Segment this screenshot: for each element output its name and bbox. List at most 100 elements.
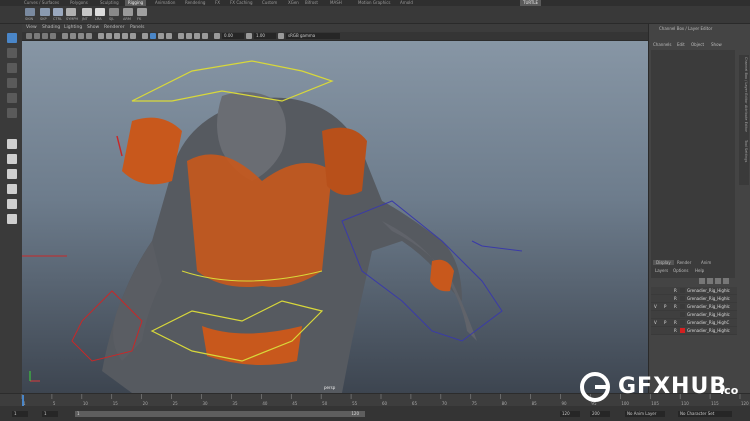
menu-options[interactable]: Options [673, 268, 688, 273]
layer-color-swatch[interactable] [680, 288, 685, 293]
xray-joints-icon[interactable] [158, 33, 164, 39]
menu-channels[interactable]: Channels [653, 42, 672, 47]
layer-name[interactable]: Grenadier_Rig_HighIc [687, 303, 730, 310]
layer-name[interactable]: Grenadier_Rig_HighIc [687, 311, 730, 318]
new-layer-icon[interactable] [715, 278, 721, 284]
move-layer-down-icon[interactable] [707, 278, 713, 284]
layer-row[interactable]: R Grenadier_Rig_HighIc [651, 287, 737, 295]
exposure-field[interactable]: 0.00 [222, 33, 244, 39]
menu-object[interactable]: Object [691, 42, 704, 47]
layer-color-swatch[interactable] [680, 304, 685, 309]
lasso-tool-icon[interactable] [7, 48, 17, 58]
end-time-field[interactable]: 200 [590, 411, 610, 417]
fk-icon[interactable] [137, 8, 147, 16]
arm-icon[interactable] [123, 8, 133, 16]
wire-on-shaded-icon[interactable] [114, 33, 120, 39]
four-pane-icon[interactable] [7, 154, 17, 164]
move-layer-up-icon[interactable] [699, 278, 705, 284]
film-gate-icon[interactable] [70, 33, 76, 39]
layer-name[interactable]: Grenadier_Rig_HighIc [687, 287, 730, 294]
image-plane-icon[interactable] [50, 33, 56, 39]
layer-color-swatch[interactable] [680, 296, 685, 301]
menu-help[interactable]: Help [695, 268, 704, 273]
skp-icon[interactable] [40, 8, 50, 16]
menu-renderer[interactable]: Renderer [104, 24, 125, 32]
scale-tool-icon[interactable] [7, 108, 17, 118]
channel-box-content[interactable] [651, 50, 735, 278]
resolution-gate-icon[interactable] [78, 33, 84, 39]
lra-icon[interactable] [95, 8, 105, 16]
outliner-layout-icon[interactable] [7, 199, 17, 209]
layer-tab-render[interactable]: Render [677, 260, 691, 265]
character-set-dropdown[interactable]: No Character Set [678, 411, 732, 417]
layer-color-swatch[interactable] [680, 320, 685, 325]
new-layer-selected-icon[interactable] [723, 278, 729, 284]
layout-icon[interactable] [7, 184, 17, 194]
rotate-tool-icon[interactable] [7, 93, 17, 103]
graph-layout-icon[interactable] [7, 214, 17, 224]
lights-icon[interactable] [130, 33, 136, 39]
side-tab-channel-box[interactable]: Channel Box / Layer Editor [740, 57, 748, 104]
smooth-shade-icon[interactable] [106, 33, 112, 39]
layer-tab-display[interactable]: Display [653, 260, 674, 265]
gate-mask-icon[interactable] [86, 33, 92, 39]
menu-layers[interactable]: Layers [655, 268, 668, 273]
layer-name[interactable]: Grenadier_Rig_HighIc [687, 327, 730, 334]
layer-tab-anim[interactable]: Anim [701, 260, 711, 265]
layer-row[interactable]: R Grenadier_Rig_HighIc [651, 295, 737, 303]
range-bar[interactable]: 1 120 [75, 411, 365, 417]
layer-row[interactable]: V P R Grenadier_Rig_HighIc [651, 303, 737, 311]
layer-row[interactable]: R Grenadier_Rig_HighIc [651, 327, 737, 335]
range-end-field[interactable]: 120 [560, 411, 580, 417]
textured-icon[interactable] [122, 33, 128, 39]
single-pane-icon[interactable] [7, 139, 17, 149]
skin-icon[interactable] [25, 8, 35, 16]
anim-layer-dropdown[interactable]: No Anim Layer [625, 411, 665, 417]
menu-edit[interactable]: Edit [677, 42, 685, 47]
grid-icon[interactable] [62, 33, 68, 39]
ctrl-icon[interactable] [53, 8, 63, 16]
start-time-field[interactable]: 1 [12, 411, 28, 417]
depth-of-field-icon[interactable] [202, 33, 208, 39]
layer-name[interactable]: Grenadier_Rig_HighIc [687, 295, 730, 302]
motion-blur-icon[interactable] [186, 33, 192, 39]
layer-color-swatch[interactable] [680, 328, 685, 333]
shadows-icon[interactable] [142, 33, 148, 39]
two-pane-icon[interactable] [7, 169, 17, 179]
current-time-marker[interactable] [22, 395, 24, 406]
ambient-occlusion-icon[interactable] [178, 33, 184, 39]
wireframe-icon[interactable] [98, 33, 104, 39]
range-start-field[interactable]: 1 [42, 411, 58, 417]
camera-icon[interactable] [26, 33, 32, 39]
move-tool-icon[interactable] [7, 78, 17, 88]
select-tool-icon[interactable] [7, 33, 17, 43]
menu-show[interactable]: Show [87, 24, 99, 32]
viewport-3d[interactable]: persp [22, 41, 648, 393]
menu-panels[interactable]: Panels [130, 24, 144, 32]
isolate-select-icon[interactable] [166, 33, 172, 39]
menu-lighting[interactable]: Lighting [64, 24, 82, 32]
sjl-icon[interactable] [109, 8, 119, 16]
exposure-icon[interactable] [214, 33, 220, 39]
side-tab-tool-settings[interactable]: Tool Settings [740, 140, 748, 162]
joint-icon[interactable] [82, 8, 92, 16]
paint-select-icon[interactable] [7, 63, 17, 73]
range-handle-end[interactable]: 120 [351, 411, 359, 417]
layer-name[interactable]: Grenadier_Rig_HighC [687, 319, 729, 326]
layer-row[interactable]: V P R Grenadier_Rig_HighC [651, 319, 737, 327]
color-management-icon[interactable] [278, 33, 284, 39]
side-tab-attribute-editor[interactable]: Attribute Editor [740, 105, 748, 132]
symph-icon[interactable] [66, 8, 76, 16]
gamma-field[interactable]: 1.00 [254, 33, 276, 39]
camera-attr-icon[interactable] [34, 33, 40, 39]
range-handle-start[interactable]: 1 [77, 411, 80, 417]
menu-show[interactable]: Show [711, 42, 722, 47]
layer-row[interactable]: Grenadier_Rig_HighIc [651, 311, 737, 319]
antialiasing-icon[interactable] [194, 33, 200, 39]
gamma-icon[interactable] [246, 33, 252, 39]
menu-view[interactable]: View [26, 24, 37, 32]
bookmark-icon[interactable] [42, 33, 48, 39]
menu-shading[interactable]: Shading [42, 24, 60, 32]
xray-icon[interactable] [150, 33, 156, 39]
view-transform-dropdown[interactable]: sRGB gamma [286, 33, 340, 39]
